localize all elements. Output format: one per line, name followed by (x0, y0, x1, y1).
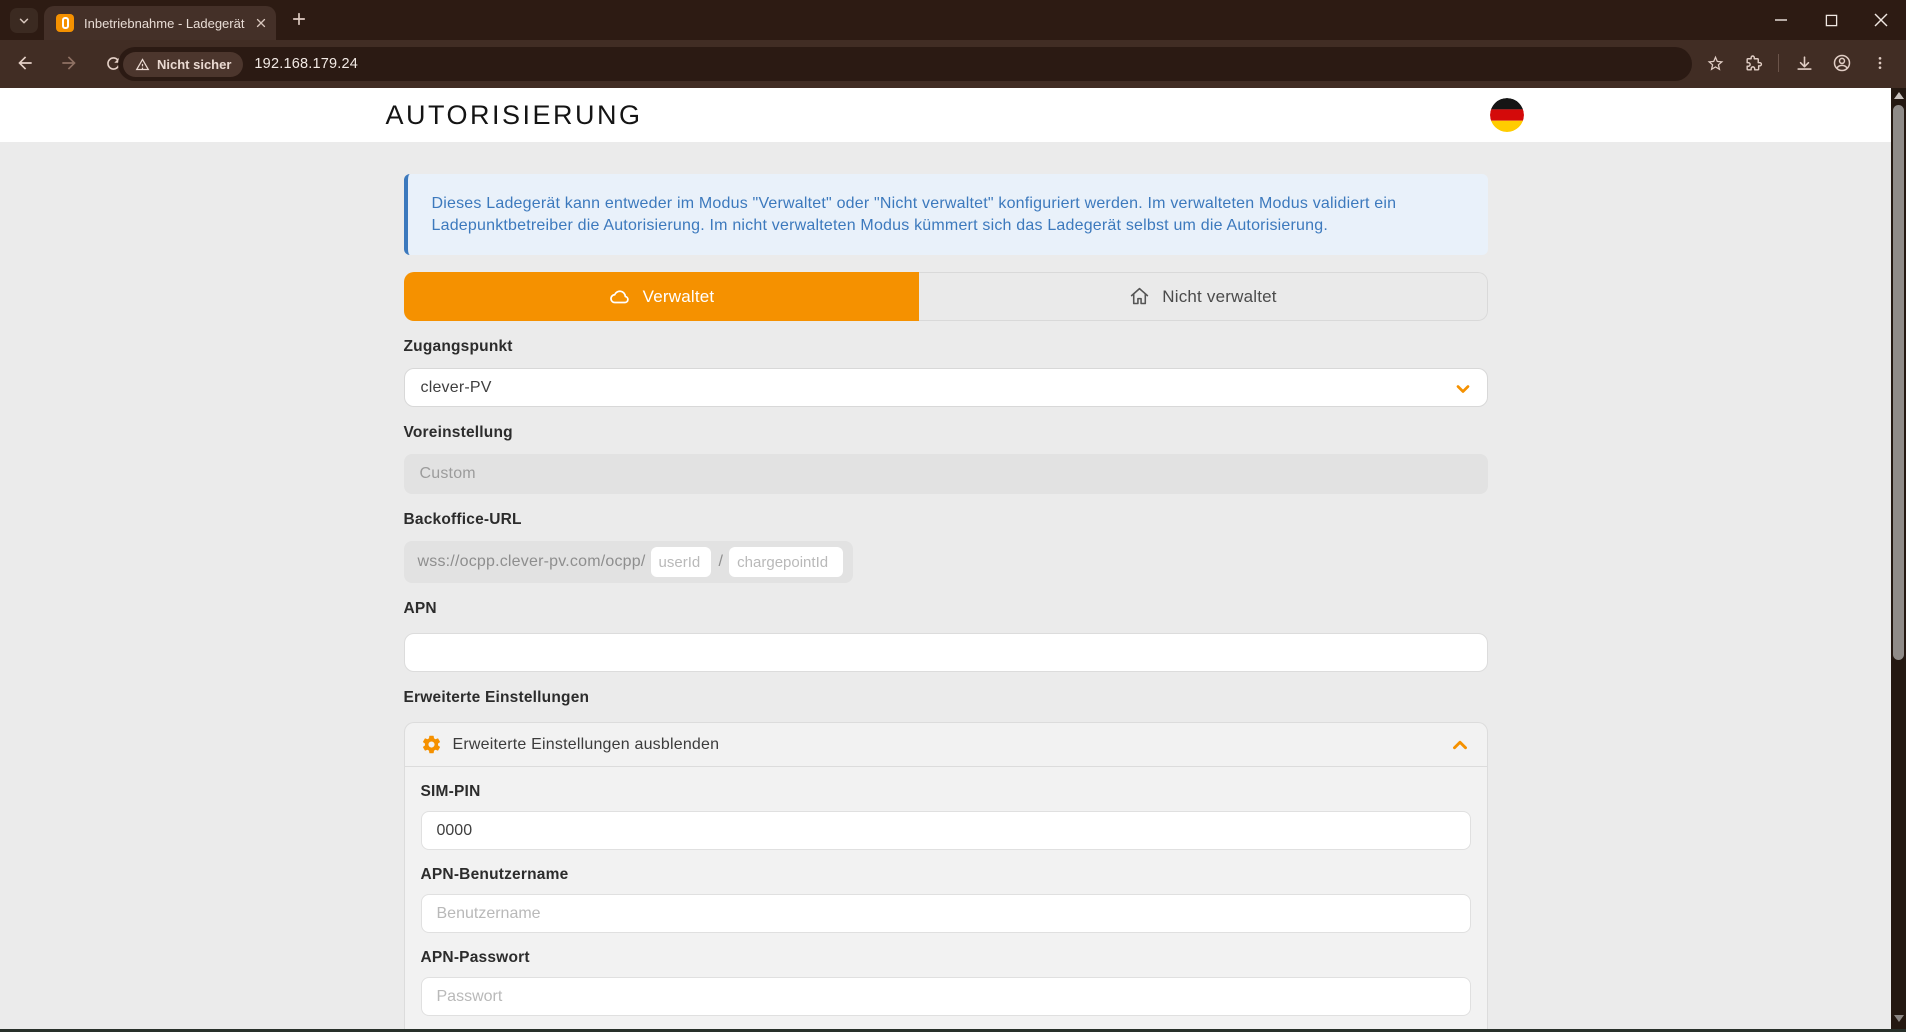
extensions-icon[interactable] (1737, 46, 1769, 80)
unmanaged-mode-button[interactable]: Nicht verwaltet (919, 272, 1487, 321)
apn-username-input[interactable] (421, 894, 1471, 933)
info-box: Dieses Ladegerät kann entweder im Modus … (404, 174, 1488, 255)
home-icon (1129, 286, 1150, 307)
advanced-settings-toggle-label: Erweiterte Einstellungen ausblenden (453, 736, 720, 754)
voreinstellung-value: Custom (420, 465, 476, 483)
page-viewport: AUTORISIERUNG Dieses Ladegerät kann entw… (0, 88, 1891, 1029)
warning-icon (135, 57, 150, 72)
browser-tab[interactable]: Inbetriebnahme - Ladegerät (44, 6, 276, 40)
backoffice-url-group: wss://ocpp.clever-pv.com/ocpp/ / (404, 541, 854, 583)
backoffice-url-prefix: wss://ocpp.clever-pv.com/ocpp/ (418, 553, 646, 571)
downloads-icon[interactable] (1788, 46, 1820, 80)
voreinstellung-label: Voreinstellung (404, 424, 1488, 442)
apn-username-label: APN-Benutzername (421, 866, 1471, 884)
tab-search-button[interactable] (10, 8, 38, 33)
advanced-settings-toggle[interactable]: Erweiterte Einstellungen ausblenden (405, 723, 1487, 767)
browser-toolbar: Nicht sicher 192.168.179.24 (0, 40, 1906, 88)
site-favicon-icon (56, 14, 74, 32)
sim-pin-label: SIM-PIN (421, 783, 1471, 801)
page-scrollbar[interactable] (1891, 88, 1906, 1029)
scrollbar-up-icon[interactable] (1894, 92, 1904, 99)
chevron-down-icon (1453, 379, 1473, 399)
advanced-settings-panel: Erweiterte Einstellungen ausblenden SIM-… (404, 722, 1488, 1029)
scrollbar-down-icon[interactable] (1894, 1015, 1904, 1022)
toolbar-separator (1778, 54, 1779, 72)
gear-icon (421, 734, 442, 755)
chevron-down-icon (17, 14, 31, 28)
browser-window: Inbetriebnahme - Ladegerät (0, 0, 1906, 1032)
zugangspunkt-select[interactable]: clever-PV (404, 368, 1488, 407)
page-header: AUTORISIERUNG (0, 88, 1891, 142)
mode-toggle: Verwaltet Nicht verwaltet (404, 272, 1488, 321)
security-label: Nicht sicher (157, 57, 231, 72)
window-maximize-button[interactable] (1806, 0, 1856, 40)
apn-label: APN (404, 600, 1488, 618)
tab-bar: Inbetriebnahme - Ladegerät (0, 0, 1906, 40)
security-chip[interactable]: Nicht sicher (123, 52, 243, 77)
forward-icon[interactable] (52, 46, 86, 80)
new-tab-button[interactable] (290, 10, 308, 28)
language-flag-german[interactable] (1490, 98, 1524, 132)
apn-input[interactable] (404, 633, 1488, 672)
cloud-icon (609, 286, 631, 308)
apn-password-input[interactable] (421, 977, 1471, 1016)
managed-mode-button[interactable]: Verwaltet (404, 272, 920, 321)
sim-pin-input[interactable] (421, 811, 1471, 850)
apn-password-label: APN-Passwort (421, 949, 1471, 967)
address-bar[interactable]: Nicht sicher 192.168.179.24 (118, 47, 1692, 81)
zugangspunkt-label: Zugangspunkt (404, 338, 1488, 356)
tab-close-icon[interactable] (254, 16, 268, 30)
zugangspunkt-value: clever-PV (421, 379, 492, 397)
window-minimize-button[interactable] (1756, 0, 1806, 40)
userid-input[interactable] (651, 547, 711, 577)
menu-kebab-icon[interactable] (1864, 46, 1896, 80)
scrollbar-thumb[interactable] (1893, 105, 1904, 660)
chevron-up-icon (1449, 734, 1471, 756)
profile-icon[interactable] (1826, 46, 1858, 80)
voreinstellung-field: Custom (404, 454, 1488, 494)
unmanaged-label: Nicht verwaltet (1162, 287, 1276, 307)
page-title: AUTORISIERUNG (386, 100, 643, 131)
window-close-button[interactable] (1856, 0, 1906, 40)
backoffice-url-label: Backoffice-URL (404, 511, 1488, 529)
chargepointid-input[interactable] (729, 547, 843, 577)
back-icon[interactable] (8, 46, 42, 80)
backoffice-url-separator: / (719, 553, 724, 571)
managed-label: Verwaltet (643, 287, 715, 307)
bookmark-star-icon[interactable] (1699, 46, 1731, 80)
tab-title: Inbetriebnahme - Ladegerät (84, 16, 248, 31)
url-text: 192.168.179.24 (254, 56, 358, 72)
advanced-settings-label: Erweiterte Einstellungen (404, 689, 1488, 707)
